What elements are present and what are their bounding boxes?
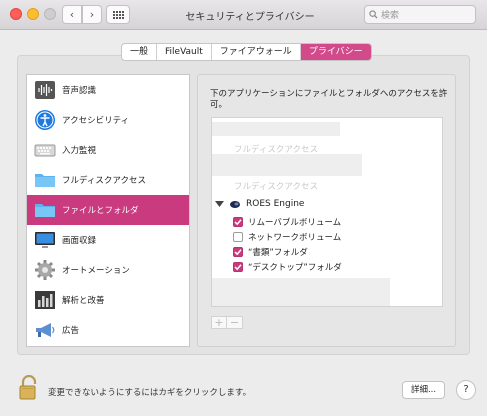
help-button[interactable]: ? (456, 380, 476, 400)
obscured-row (212, 154, 362, 176)
permission-label: ネットワークボリューム (248, 233, 342, 243)
tab-filevault[interactable]: FileVault (157, 44, 212, 60)
add-button[interactable]: + (212, 317, 227, 328)
permission-description: 下のアプリケーションにファイルとフォルダへのアクセスを許可。 (210, 89, 448, 110)
permission-label: “書類”フォルダ (248, 248, 308, 258)
search-field[interactable]: 検索 (364, 5, 476, 24)
accessibility-icon (35, 110, 55, 130)
minimize-window-button[interactable] (27, 8, 39, 20)
forward-button[interactable]: › (82, 5, 102, 24)
sidebar-item-label: 解析と改善 (62, 296, 105, 306)
waveform-icon (35, 81, 55, 99)
sidebar-item-label: アクセシビリティ (62, 116, 130, 126)
sidebar-item-full-disk-access[interactable]: フルディスクアクセス (27, 165, 189, 195)
sidebar-item-advertising[interactable]: 広告 (27, 315, 189, 345)
lock-icon[interactable] (18, 375, 40, 401)
sidebar-item-automation[interactable]: オートメーション (27, 255, 189, 285)
tab-privacy[interactable]: プライバシー (300, 44, 371, 60)
keyboard-icon (34, 144, 56, 157)
app-permission-list[interactable]: フルディスクアクセス フルディスクアクセス ROES Engine リムーバブル… (211, 117, 443, 307)
title-bar: ‹ › セキュリティとプライバシー 検索 (0, 0, 487, 30)
chevron-left-icon: ‹ (69, 8, 75, 21)
obscured-row (212, 278, 390, 306)
bar-chart-icon (35, 291, 55, 309)
megaphone-icon (36, 323, 55, 337)
checkmark-icon (234, 249, 242, 256)
show-all-button[interactable] (106, 5, 130, 24)
sidebar-item-label: フルディスクアクセス (62, 176, 146, 186)
permission-network-volumes[interactable]: ネットワークボリューム (233, 231, 341, 243)
app-icon (230, 200, 240, 208)
sidebar-item-screen-recording[interactable]: 画面収録 (27, 225, 189, 255)
window-title: セキュリティとプライバシー (185, 12, 315, 23)
preferences-window: ‹ › セキュリティとプライバシー 検索 一般 FileVault ファイアウォ… (0, 0, 487, 416)
sidebar-item-label: 音声認識 (62, 86, 97, 96)
tab-general[interactable]: 一般 (122, 44, 158, 60)
checkmark-icon (234, 219, 242, 226)
obscured-row (212, 122, 340, 136)
sidebar-item-label: ファイルとフォルダ (62, 206, 139, 216)
sidebar-item-analytics[interactable]: 解析と改善 (27, 285, 189, 315)
folder-icon (35, 204, 55, 217)
gear-icon (35, 260, 55, 280)
checkbox-unchecked[interactable] (233, 232, 243, 242)
app-row-roes-engine[interactable]: ROES Engine (215, 199, 304, 209)
grid-icon (112, 10, 124, 19)
search-icon (369, 10, 378, 19)
lock-instruction: 変更できないようにするにはカギをクリックします。 (48, 388, 252, 398)
advanced-button[interactable]: 詳細... (402, 381, 445, 399)
add-remove-control: + − (211, 316, 243, 329)
tab-bar: 一般 FileVault ファイアウォール プライバシー (121, 43, 372, 61)
permission-label: “デスクトップ”フォルダ (248, 263, 342, 273)
app-name: ROES Engine (246, 199, 305, 209)
sidebar-item-label: オートメーション (62, 266, 130, 276)
sidebar-item-label: 広告 (62, 326, 80, 336)
close-window-button[interactable] (10, 8, 22, 20)
checkbox-checked[interactable] (233, 217, 243, 227)
permission-desktop-folder[interactable]: “デスクトップ”フォルダ (233, 261, 342, 273)
sidebar-item-files-and-folders[interactable]: ファイルとフォルダ (27, 195, 189, 225)
sidebar-item-label: 入力監視 (62, 146, 97, 156)
remove-button[interactable]: − (227, 317, 242, 328)
back-button[interactable]: ‹ (62, 5, 82, 24)
tab-firewall[interactable]: ファイアウォール (212, 44, 301, 60)
privacy-category-list: 音声認識 アクセシビリティ 入力監視 フルディスクアクセス ファイルとフォルダ … (26, 74, 190, 347)
sidebar-item-input-monitoring[interactable]: 入力監視 (27, 135, 189, 165)
search-placeholder: 検索 (381, 11, 400, 21)
sidebar-item-accessibility[interactable]: アクセシビリティ (27, 105, 189, 135)
permission-documents-folder[interactable]: “書類”フォルダ (233, 246, 308, 258)
disclosure-triangle-icon (215, 201, 224, 207)
zoom-window-button[interactable] (44, 8, 56, 20)
permission-label: リムーバブルボリューム (248, 218, 342, 228)
sidebar-item-label: 画面収録 (62, 236, 97, 246)
checkmark-icon (234, 264, 242, 271)
checkbox-checked[interactable] (233, 262, 243, 272)
sidebar-item-speech-recognition[interactable]: 音声認識 (27, 75, 189, 105)
permission-removable-volumes[interactable]: リムーバブルボリューム (233, 216, 341, 228)
folder-icon (35, 174, 55, 187)
checkbox-checked[interactable] (233, 247, 243, 257)
ghost-label: フルディスクアクセス (234, 182, 318, 192)
display-icon (35, 232, 55, 248)
chevron-right-icon: › (89, 8, 95, 21)
